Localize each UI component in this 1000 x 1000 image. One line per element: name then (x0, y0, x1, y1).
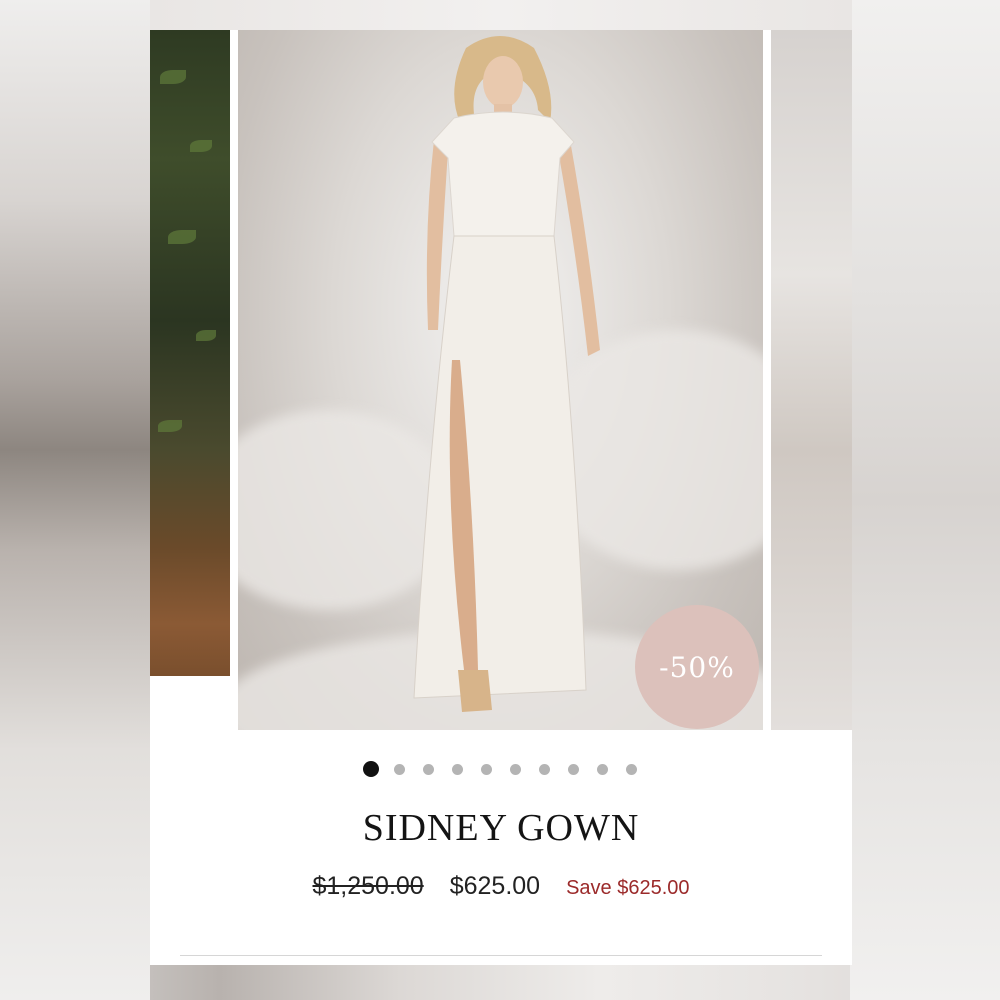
carousel-dot-9[interactable] (597, 763, 608, 775)
product-card: -50% SIDNEY GOWN $1,250.00 $625.00 Save … (150, 0, 852, 965)
discount-badge: -50% (635, 605, 759, 729)
carousel-dot-10[interactable] (626, 763, 637, 775)
foliage-shape (196, 330, 216, 341)
sale-price: $625.00 (449, 872, 541, 900)
top-strip (150, 0, 852, 30)
foliage-shape (190, 140, 212, 152)
background-blur-left (0, 0, 150, 1000)
price-row: $1,250.00 $625.00 Save $625.00 (150, 872, 852, 901)
savings-amount: Save $625.00 (566, 877, 690, 899)
divider (180, 955, 822, 956)
product-title: SIDNEY GOWN (362, 807, 640, 849)
carousel-dot-3[interactable] (423, 763, 434, 775)
carousel-dot-8[interactable] (568, 763, 579, 775)
carousel-next-slide[interactable] (771, 30, 852, 730)
original-price: $1,250.00 (312, 872, 424, 900)
carousel-dot-7[interactable] (539, 763, 550, 775)
foliage-shape (160, 70, 186, 84)
carousel-pagination (150, 760, 852, 778)
foliage-shape (158, 420, 182, 432)
carousel-dot-5[interactable] (481, 763, 492, 775)
discount-badge-label: -50% (659, 650, 735, 684)
carousel-dot-4[interactable] (452, 763, 463, 775)
carousel-dot-2[interactable] (394, 763, 405, 775)
carousel-dot-1[interactable] (362, 761, 379, 777)
background-blur-right (850, 0, 1000, 1000)
foliage-shape (168, 230, 196, 244)
carousel-previous-slide[interactable] (150, 30, 230, 676)
carousel-dot-6[interactable] (510, 763, 521, 775)
